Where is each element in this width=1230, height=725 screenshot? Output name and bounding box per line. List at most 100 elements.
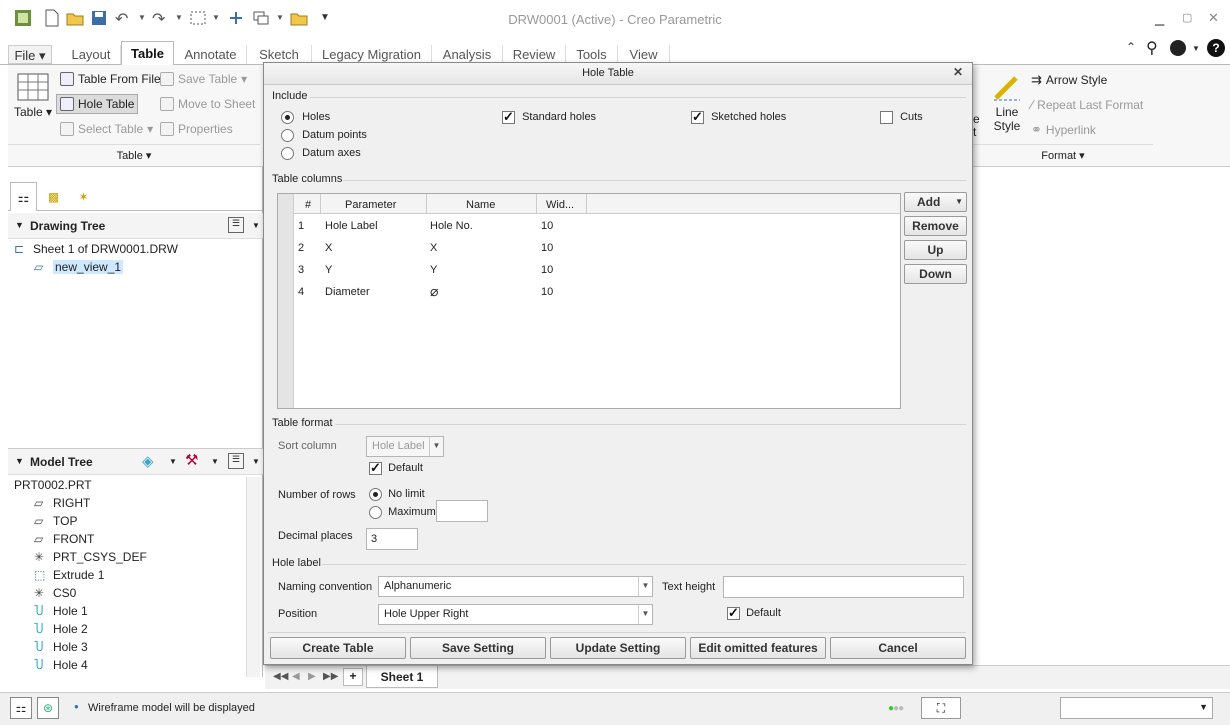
- row-width[interactable]: 10: [541, 242, 553, 254]
- sheet-1-tab[interactable]: Sheet 1: [366, 666, 438, 688]
- decimal-places-input[interactable]: 3: [366, 528, 418, 550]
- position-default-check[interactable]: [727, 605, 740, 621]
- save-setting-button[interactable]: Save Setting: [410, 637, 546, 659]
- row-name[interactable]: Y: [430, 264, 437, 276]
- add-dropdown-icon[interactable]: ▼: [955, 193, 963, 211]
- move-to-sheet-button[interactable]: Move to Sheet: [160, 97, 255, 111]
- tab-file[interactable]: File ▾: [8, 45, 52, 64]
- drawing-tree-view[interactable]: ▱ new_view_1: [34, 260, 124, 274]
- no-limit-radio-button[interactable]: [369, 488, 382, 501]
- ribbon-group-format[interactable]: Format ▾: [973, 144, 1153, 166]
- maximum-radio[interactable]: Maximum: [369, 506, 436, 519]
- edit-omitted-features-button[interactable]: Edit omitted features: [690, 637, 826, 659]
- model-tree-item[interactable]: ▱ FRONT: [34, 532, 94, 546]
- line-style-button[interactable]: Line Style: [990, 72, 1024, 133]
- model-tree-item[interactable]: Ⴎ Hole 3: [34, 640, 88, 654]
- collapse-ribbon-icon[interactable]: ⌃: [1126, 40, 1136, 54]
- help-icon[interactable]: ?: [1207, 39, 1225, 57]
- datum-axes-radio[interactable]: Datum axes: [281, 147, 361, 160]
- model-tree-item[interactable]: Ⴎ Hole 4: [34, 658, 88, 672]
- community-icon[interactable]: [1170, 40, 1186, 56]
- sketched-holes-check[interactable]: [691, 109, 704, 125]
- model-tree-item[interactable]: Ⴎ Hole 1: [34, 604, 88, 618]
- arrow-style-button[interactable]: ⇉ Arrow Style: [1031, 72, 1107, 88]
- add-button[interactable]: Add ▼: [904, 192, 967, 212]
- cancel-button[interactable]: Cancel: [830, 637, 966, 659]
- standard-holes-checkbox[interactable]: Standard holes: [502, 109, 596, 125]
- model-tree-scrollbar[interactable]: [246, 477, 260, 677]
- sort-column-dropdown[interactable]: Hole Label ▼: [366, 436, 444, 457]
- drawing-tree-collapse-icon[interactable]: ▼: [15, 220, 24, 230]
- row-width[interactable]: 10: [541, 286, 553, 298]
- text-height-input[interactable]: [723, 576, 964, 598]
- drawing-tree-sheet[interactable]: ⊏ Sheet 1 of DRW0001.DRW: [14, 242, 178, 256]
- cuts-check[interactable]: [880, 111, 893, 124]
- holes-radio-button[interactable]: [281, 111, 294, 124]
- properties-button[interactable]: Properties: [160, 122, 233, 136]
- tree-tab-icon[interactable]: ⚏: [10, 182, 37, 211]
- table-row[interactable]: [294, 215, 900, 237]
- model-tree-item[interactable]: ✳ PRT_CSYS_DEF: [34, 550, 147, 564]
- table-from-file-button[interactable]: Table From File: [60, 72, 161, 86]
- save-table-button[interactable]: Save Table ▾: [160, 72, 247, 86]
- first-sheet-icon[interactable]: ◀◀: [273, 671, 288, 682]
- row-width[interactable]: 10: [541, 220, 553, 232]
- no-limit-radio[interactable]: No limit: [369, 488, 425, 501]
- folder-tab-icon[interactable]: ▩: [40, 184, 67, 210]
- maximize-icon[interactable]: ▢: [1182, 11, 1192, 24]
- tab-table[interactable]: Table: [121, 41, 174, 65]
- down-button[interactable]: Down: [904, 264, 967, 284]
- datum-axes-radio-button[interactable]: [281, 147, 294, 160]
- sketched-holes-checkbox[interactable]: Sketched holes: [691, 109, 786, 125]
- next-sheet-icon[interactable]: ▶: [308, 671, 316, 682]
- datum-points-radio-button[interactable]: [281, 129, 294, 142]
- row-name[interactable]: ⌀: [430, 283, 438, 300]
- table-button[interactable]: Table ▾: [12, 72, 54, 127]
- tab-annotate[interactable]: Annotate: [175, 45, 247, 64]
- model-tree-settings-dropdown-icon[interactable]: ▼: [252, 457, 260, 466]
- minimize-icon[interactable]: ▁: [1155, 12, 1164, 26]
- model-tree-item[interactable]: ✳ CS0: [34, 586, 76, 600]
- model-display-dropdown-icon[interactable]: ▼: [169, 457, 177, 466]
- table-row[interactable]: [294, 237, 900, 259]
- drawing-tree-settings-icon[interactable]: ☰: [228, 217, 244, 233]
- column-header-num[interactable]: #: [305, 199, 311, 211]
- drawing-tree-settings-dropdown-icon[interactable]: ▼: [252, 221, 260, 230]
- position-default-checkbox[interactable]: Default: [727, 605, 781, 621]
- model-tree-item[interactable]: Ⴎ Hole 2: [34, 622, 88, 636]
- datum-points-radio[interactable]: Datum points: [281, 129, 367, 142]
- remove-button[interactable]: Remove: [904, 216, 967, 236]
- maximum-rows-input[interactable]: [436, 500, 488, 522]
- table-row[interactable]: [294, 281, 900, 303]
- row-width[interactable]: 10: [541, 264, 553, 276]
- model-tree-item[interactable]: PRT0002.PRT: [14, 478, 92, 492]
- close-icon[interactable]: ✕: [1208, 10, 1219, 26]
- model-tree-collapse-icon[interactable]: ▼: [15, 456, 24, 466]
- create-table-button[interactable]: Create Table: [270, 637, 406, 659]
- prev-sheet-icon[interactable]: ◀: [292, 671, 300, 682]
- cuts-checkbox[interactable]: Cuts: [880, 111, 923, 124]
- search-icon[interactable]: ⚲: [1146, 38, 1158, 58]
- select-table-button[interactable]: Select Table ▾: [60, 122, 153, 136]
- standard-holes-check[interactable]: [502, 109, 515, 125]
- add-sheet-button[interactable]: +: [343, 668, 363, 686]
- find-icon[interactable]: ⛶: [921, 697, 961, 719]
- selection-filter-dropdown[interactable]: ▼: [1060, 697, 1213, 719]
- browser-toggle-icon[interactable]: ⊛: [37, 697, 59, 719]
- position-dropdown[interactable]: Hole Upper Right ▼: [378, 604, 653, 625]
- last-sheet-icon[interactable]: ▶▶: [323, 671, 338, 682]
- model-tree-settings-icon[interactable]: ☰: [228, 453, 244, 469]
- dialog-close-icon[interactable]: ✕: [953, 65, 963, 79]
- model-display-icon[interactable]: ◈: [142, 452, 154, 470]
- maximum-radio-button[interactable]: [369, 506, 382, 519]
- column-header-parameter[interactable]: Parameter: [345, 199, 396, 211]
- favorites-tab-icon[interactable]: ✶: [70, 184, 97, 210]
- model-tree-item[interactable]: ▱ TOP: [34, 514, 77, 528]
- model-tree-item[interactable]: ⬚ Extrude 1: [34, 568, 104, 582]
- ribbon-group-table[interactable]: Table ▾: [8, 144, 260, 166]
- community-dropdown-icon[interactable]: ▼: [1192, 44, 1200, 53]
- holes-radio[interactable]: Holes: [281, 111, 330, 124]
- tab-layout[interactable]: Layout: [62, 45, 121, 64]
- naming-convention-dropdown[interactable]: Alphanumeric ▼: [378, 576, 653, 597]
- up-button[interactable]: Up: [904, 240, 967, 260]
